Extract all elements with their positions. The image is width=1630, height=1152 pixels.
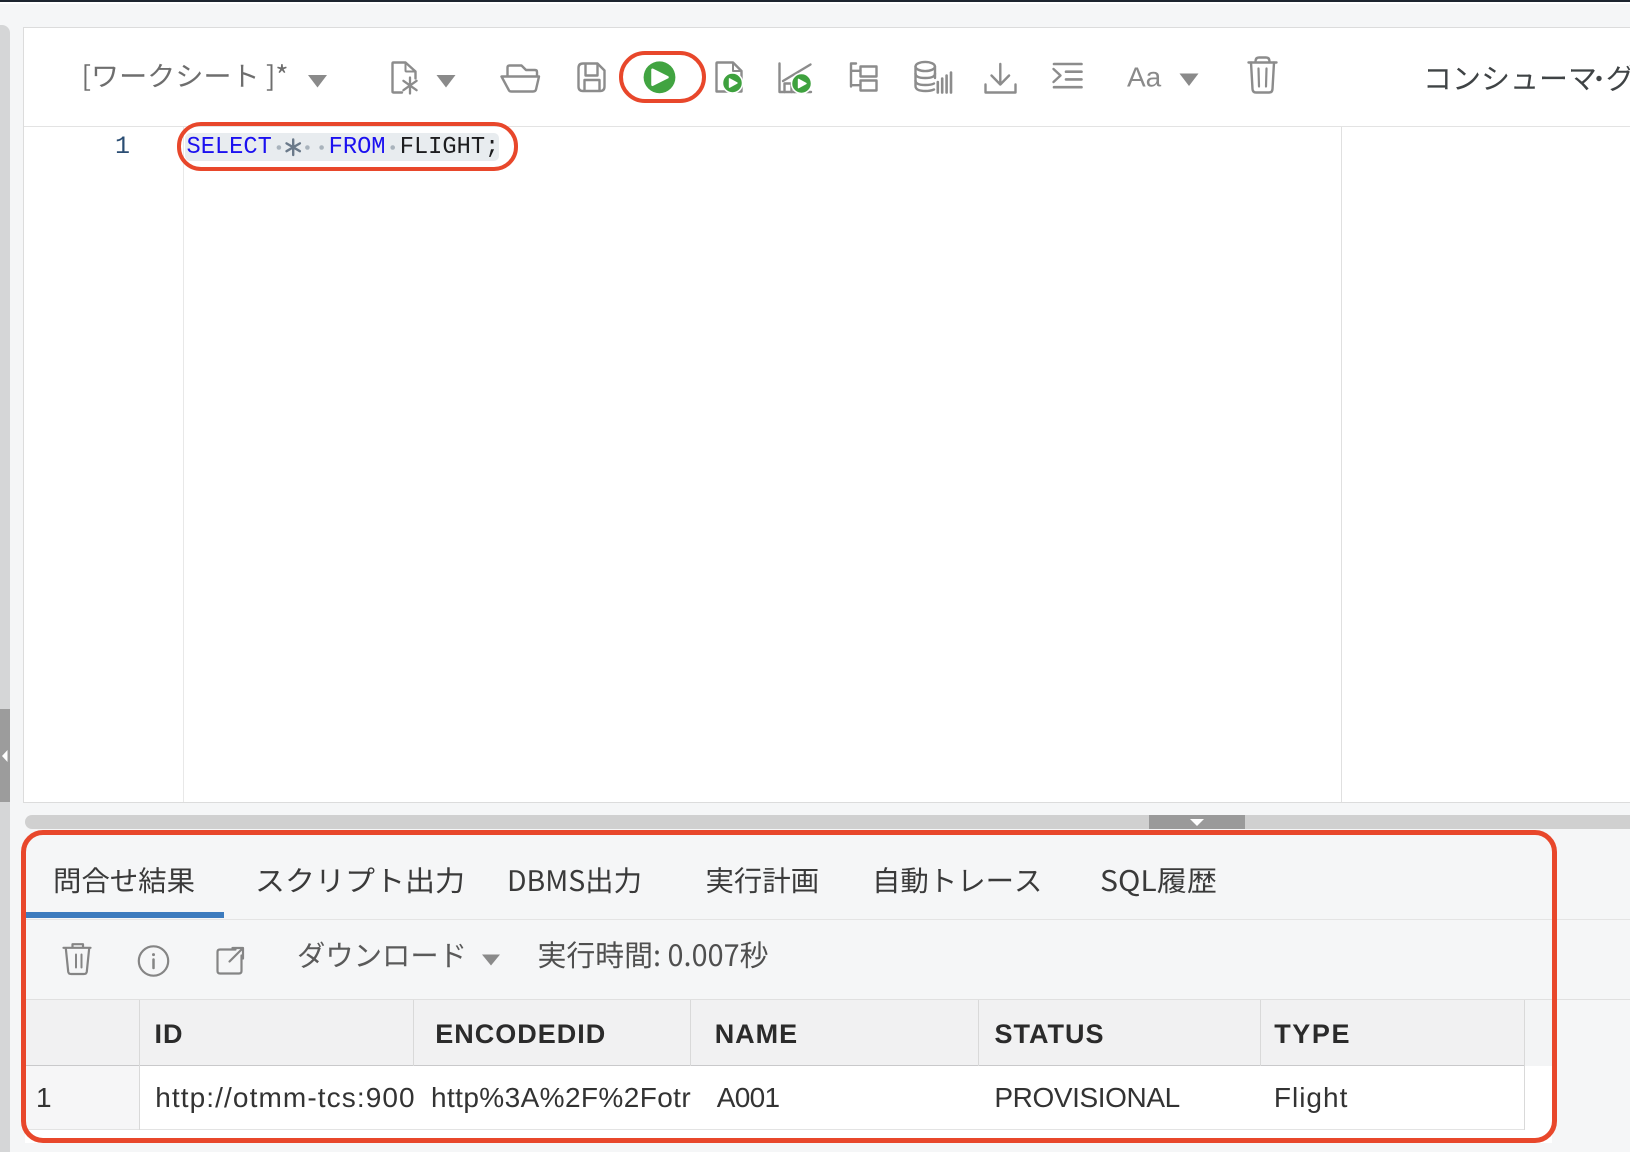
svg-text:Aa: Aa	[1127, 62, 1162, 93]
